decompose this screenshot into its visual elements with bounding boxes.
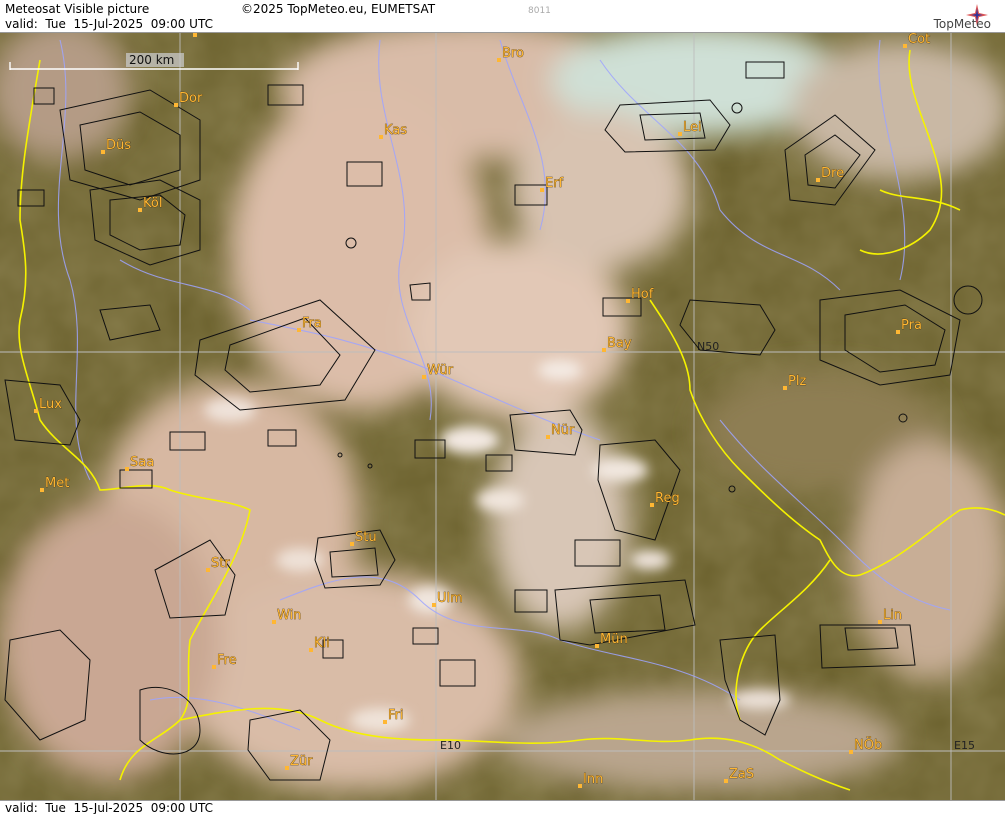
city-dot-fra	[297, 328, 301, 332]
city-label-saa: Saa	[130, 455, 154, 470]
city-label-fri: Fri	[388, 708, 404, 723]
city-label-win: Win	[277, 608, 301, 623]
logo-text: TopMeteo	[933, 17, 991, 31]
city-dot-stu	[350, 542, 354, 546]
city-dot-cot	[903, 44, 907, 48]
satellite-map[interactable]: N50 E10 E15 200 km DorDüsKölKasBroLeiCot…	[0, 33, 1005, 800]
city-label-kli: Kli	[314, 636, 330, 651]
city-label-inn: Inn	[583, 772, 603, 787]
city-label-fra: Fra	[302, 316, 322, 331]
city-label-wur: Wür	[427, 363, 454, 378]
city-label-lux: Lux	[39, 397, 62, 412]
city-dot-dus	[101, 150, 105, 154]
city-label-zas: ZaS	[729, 767, 754, 782]
city-dot-bay	[602, 348, 606, 352]
city-label-ulm: Ulm	[437, 591, 463, 606]
satellite-viewer: Meteosat Visible picture valid: Tue 15-J…	[0, 0, 1005, 814]
city-label-reg: Reg	[655, 491, 680, 506]
city-label-dor: Dor	[179, 91, 203, 106]
city-dot-saa	[125, 467, 129, 471]
city-label-dre: Dre	[821, 166, 844, 181]
city-dot-pra	[896, 330, 900, 334]
city-label-met: Met	[45, 476, 69, 491]
image-code: 8011	[528, 6, 551, 16]
city-label-zur: Zür	[290, 754, 313, 769]
city-dot-nur	[546, 435, 550, 439]
city-dot-wur	[422, 375, 426, 379]
city-dot-fri	[383, 720, 387, 724]
city-dot-nob	[849, 750, 853, 754]
footer-bar: valid: Tue 15-Jul-2025 09:00 UTC	[0, 800, 1005, 814]
city-label-mun: Mün	[600, 632, 628, 647]
city-dot-win	[272, 620, 276, 624]
city-dot-lin	[878, 620, 882, 624]
picture-title: Meteosat Visible picture	[5, 2, 150, 16]
city-label-dus: Düs	[106, 138, 131, 153]
city-dot-kol	[138, 208, 142, 212]
footer-valid-time: valid: Tue 15-Jul-2025 09:00 UTC	[5, 801, 213, 814]
header-bar: Meteosat Visible picture valid: Tue 15-J…	[0, 0, 1005, 33]
city-label-cot: Cot	[908, 33, 930, 47]
city-label-pra: Pra	[901, 318, 922, 333]
city-dot-str	[206, 568, 210, 572]
city-dot-inn	[578, 784, 582, 788]
city-label-nob: NÖb	[854, 736, 882, 753]
city-dot-lux	[34, 409, 38, 413]
city-label-stu: Stu	[355, 530, 377, 545]
city-label-lin: Lin	[883, 608, 902, 623]
copyright: ©2025 TopMeteo.eu, EUMETSAT	[241, 2, 436, 16]
city-dot-plz	[783, 386, 787, 390]
city-dot-kas	[379, 135, 383, 139]
city-dot-lei	[678, 132, 682, 136]
city-dot-dre	[816, 178, 820, 182]
city-dot-mun-top	[193, 33, 197, 37]
topmeteo-logo[interactable]: TopMeteo	[897, 2, 997, 32]
city-label-mun-top: Mün	[198, 33, 226, 36]
city-dot-hof	[626, 299, 630, 303]
city-dot-mun	[595, 644, 599, 648]
city-dot-zas	[724, 779, 728, 783]
city-label-bro: Bro	[502, 46, 524, 61]
city-label-kas: Kas	[384, 123, 407, 138]
city-label-lei: Lei	[683, 120, 702, 135]
city-dot-kli	[309, 648, 313, 652]
city-label-fre: Fre	[217, 653, 237, 668]
city-dot-ulm	[432, 603, 436, 607]
city-label-bay: Bay	[607, 336, 632, 351]
grid-label-e15: E15	[954, 739, 975, 752]
city-label-hof: Hof	[631, 287, 654, 302]
city-dot-erf	[540, 188, 544, 192]
city-dot-zur	[285, 766, 289, 770]
scale-label: 200 km	[129, 53, 174, 67]
city-dot-bro	[497, 58, 501, 62]
city-label-nur: Nür	[551, 423, 575, 438]
city-label-str: Str	[211, 556, 230, 571]
city-dot-met	[40, 488, 44, 492]
city-dot-dor	[174, 103, 178, 107]
city-label-kol: Köl	[143, 196, 162, 211]
city-dot-reg	[650, 503, 654, 507]
city-label-erf: Erf	[545, 176, 564, 191]
valid-time: valid: Tue 15-Jul-2025 09:00 UTC	[5, 17, 213, 31]
city-label-plz: Plz	[788, 374, 806, 389]
city-dot-fre	[212, 665, 216, 669]
